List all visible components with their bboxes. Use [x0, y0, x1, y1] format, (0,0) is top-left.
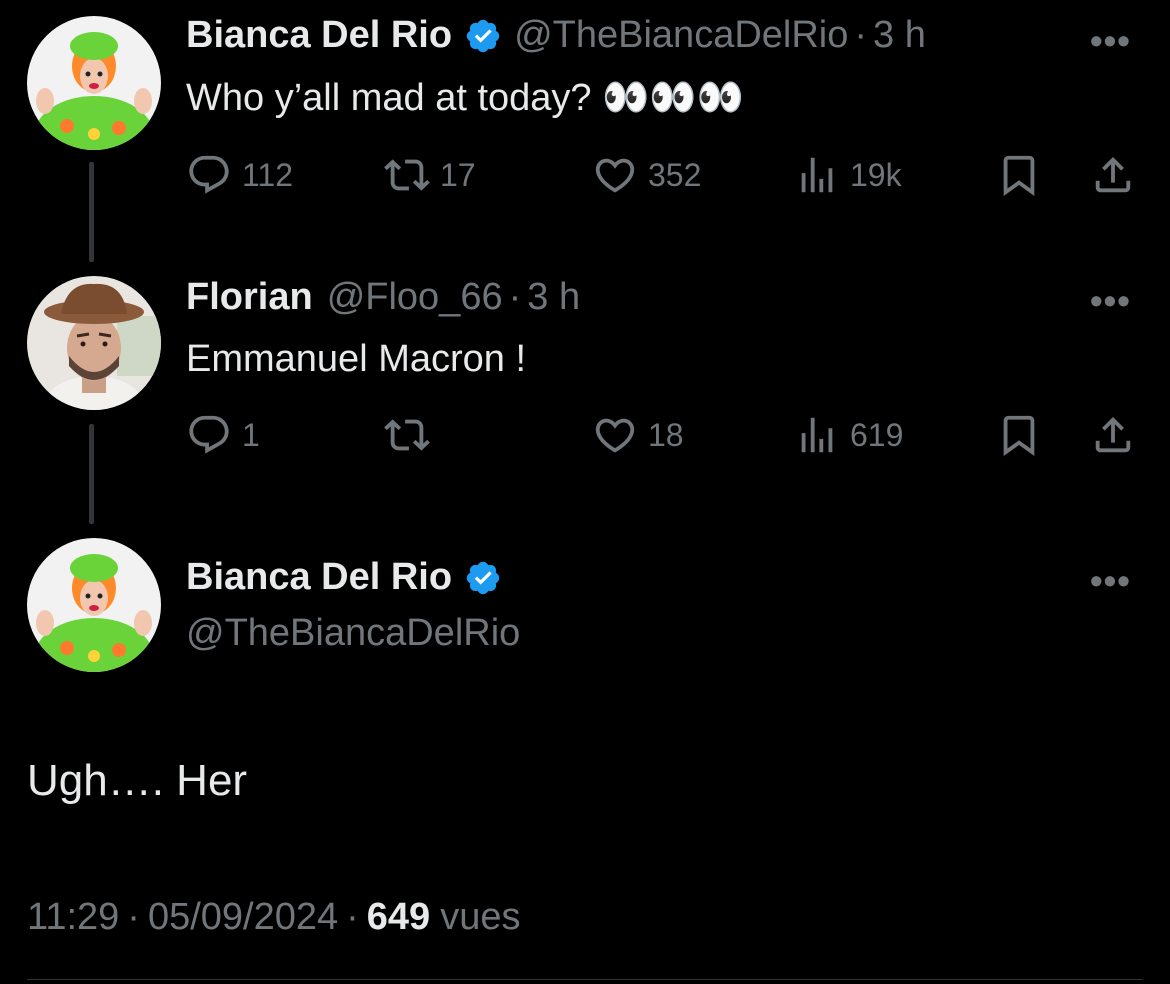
- verified-badge-icon: [464, 559, 502, 597]
- retweet-button[interactable]: [384, 412, 440, 458]
- reply-count: 1: [242, 416, 260, 453]
- divider: [27, 979, 1143, 980]
- verified-badge-icon: [464, 17, 502, 55]
- share-icon: [1095, 156, 1131, 193]
- views-count: 619: [850, 416, 904, 453]
- post-date[interactable]: 05/09/2024: [148, 896, 338, 939]
- heart-icon: [595, 158, 635, 193]
- share-icon: [1095, 416, 1131, 453]
- display-name[interactable]: Bianca Del Rio: [186, 14, 452, 57]
- bookmark-button[interactable]: [996, 412, 1042, 458]
- bookmark-button[interactable]: [996, 152, 1042, 198]
- views-count: 649: [366, 896, 431, 938]
- share-button[interactable]: [1090, 152, 1136, 198]
- thread-line: [89, 424, 94, 524]
- display-name[interactable]: Florian: [186, 276, 313, 319]
- tweet-1-header: Bianca Del Rio @TheBiancaDelRio · 3 h: [186, 14, 926, 57]
- retweet-count: 17: [440, 156, 476, 193]
- reply-icon: [189, 155, 229, 194]
- more-options-icon[interactable]: •••: [1090, 20, 1131, 62]
- more-options-icon[interactable]: •••: [1090, 560, 1131, 602]
- retweet-button[interactable]: 17: [384, 152, 476, 198]
- views-icon: [801, 157, 833, 193]
- bookmark-icon: [1003, 155, 1035, 196]
- separator: ·: [346, 896, 359, 938]
- handle[interactable]: @Floo_66: [327, 276, 503, 319]
- timestamp[interactable]: 3 h: [527, 276, 580, 319]
- avatar-bianca[interactable]: [27, 16, 161, 150]
- tweet-1-text: Who y’all mad at today? 👀👀👀: [186, 77, 745, 119]
- reply-button[interactable]: 112: [186, 152, 293, 198]
- like-count: 352: [648, 156, 702, 193]
- share-button[interactable]: [1090, 412, 1136, 458]
- bookmark-icon: [1003, 415, 1035, 456]
- separator: ·: [854, 14, 868, 56]
- reply-button[interactable]: 1: [186, 412, 260, 458]
- main-tweet-text: Ugh…. Her: [27, 756, 248, 805]
- like-count: 18: [648, 416, 684, 453]
- views-label: vues: [440, 896, 521, 938]
- like-button[interactable]: 18: [592, 412, 684, 458]
- post-time[interactable]: 11:29: [27, 896, 119, 939]
- retweet-icon: [384, 159, 430, 191]
- separator: ·: [508, 276, 522, 318]
- timestamp[interactable]: 3 h: [873, 14, 926, 57]
- display-name[interactable]: Bianca Del Rio: [186, 556, 452, 599]
- thread-line: [89, 162, 94, 262]
- views-button[interactable]: 619: [794, 412, 903, 458]
- tweet-2-text: Emmanuel Macron !: [186, 338, 527, 380]
- tweet-2-header: Florian @Floo_66 · 3 h: [186, 276, 580, 319]
- views-count: 19k: [850, 156, 902, 193]
- main-tweet-header: Bianca Del Rio: [186, 556, 502, 599]
- handle[interactable]: @TheBiancaDelRio: [186, 612, 520, 655]
- like-button[interactable]: 352: [592, 152, 701, 198]
- views-icon: [801, 417, 833, 453]
- retweet-icon: [384, 419, 430, 451]
- handle[interactable]: @TheBiancaDelRio: [514, 14, 848, 57]
- avatar-florian[interactable]: [27, 276, 161, 410]
- more-options-icon[interactable]: •••: [1090, 280, 1131, 322]
- avatar-bianca[interactable]: [27, 538, 161, 672]
- tweet-metadata: 11:29 · 05/09/2024 · 649 vues: [27, 896, 520, 939]
- separator: ·: [127, 896, 140, 938]
- views-button[interactable]: 19k: [794, 152, 902, 198]
- reply-icon: [189, 415, 229, 454]
- heart-icon: [595, 418, 635, 453]
- reply-count: 112: [242, 156, 294, 193]
